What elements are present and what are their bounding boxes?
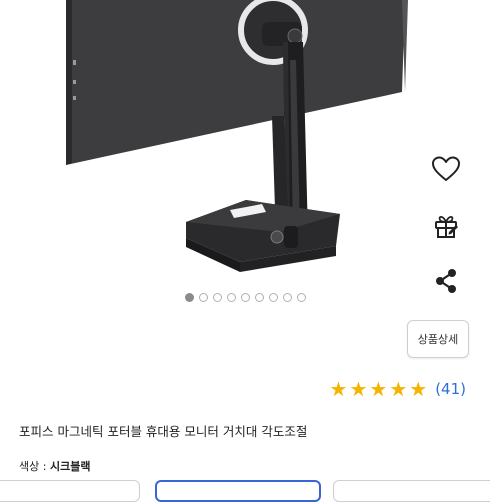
option-label: 색상 : <box>19 460 50 473</box>
gallery-dot[interactable] <box>212 292 222 302</box>
side-actions <box>426 152 466 298</box>
review-count-link[interactable]: (41) <box>435 380 466 398</box>
gallery-dot[interactable] <box>268 292 278 302</box>
product-image[interactable] <box>0 0 490 285</box>
option-card[interactable] <box>0 480 140 502</box>
gift-icon[interactable] <box>429 208 463 242</box>
star-icon: ★ <box>369 377 388 401</box>
option-card-selected[interactable] <box>155 480 321 502</box>
option-card[interactable] <box>333 480 490 502</box>
gallery-dot[interactable] <box>282 292 292 302</box>
option-selected-value: 시크블랙 <box>49 460 91 473</box>
option-cards <box>0 480 490 502</box>
gallery-dot-active[interactable] <box>184 292 194 302</box>
option-label-row: 색상 : 시크블랙 <box>19 458 90 474</box>
gallery-dot[interactable] <box>226 292 236 302</box>
gallery-dot[interactable] <box>240 292 250 302</box>
gallery-dot[interactable] <box>198 292 208 302</box>
star-icon: ★ <box>329 377 348 401</box>
gallery-dot[interactable] <box>296 292 306 302</box>
star-icon: ★ <box>409 377 428 401</box>
rating[interactable]: ★ ★ ★ ★ ★ (41) <box>330 377 466 401</box>
heart-icon[interactable] <box>429 152 463 186</box>
star-icon: ★ <box>349 377 368 401</box>
product-detail-button[interactable]: 상품상세 <box>407 320 469 358</box>
share-icon[interactable] <box>429 264 463 298</box>
gallery-pagination[interactable] <box>0 290 490 304</box>
star-icon: ★ <box>389 377 408 401</box>
monitor-stand-photo <box>66 0 408 272</box>
gallery-dot[interactable] <box>254 292 264 302</box>
product-title: 포피스 마그네틱 포터블 휴대용 모니터 거치대 각도조절 <box>19 424 308 439</box>
